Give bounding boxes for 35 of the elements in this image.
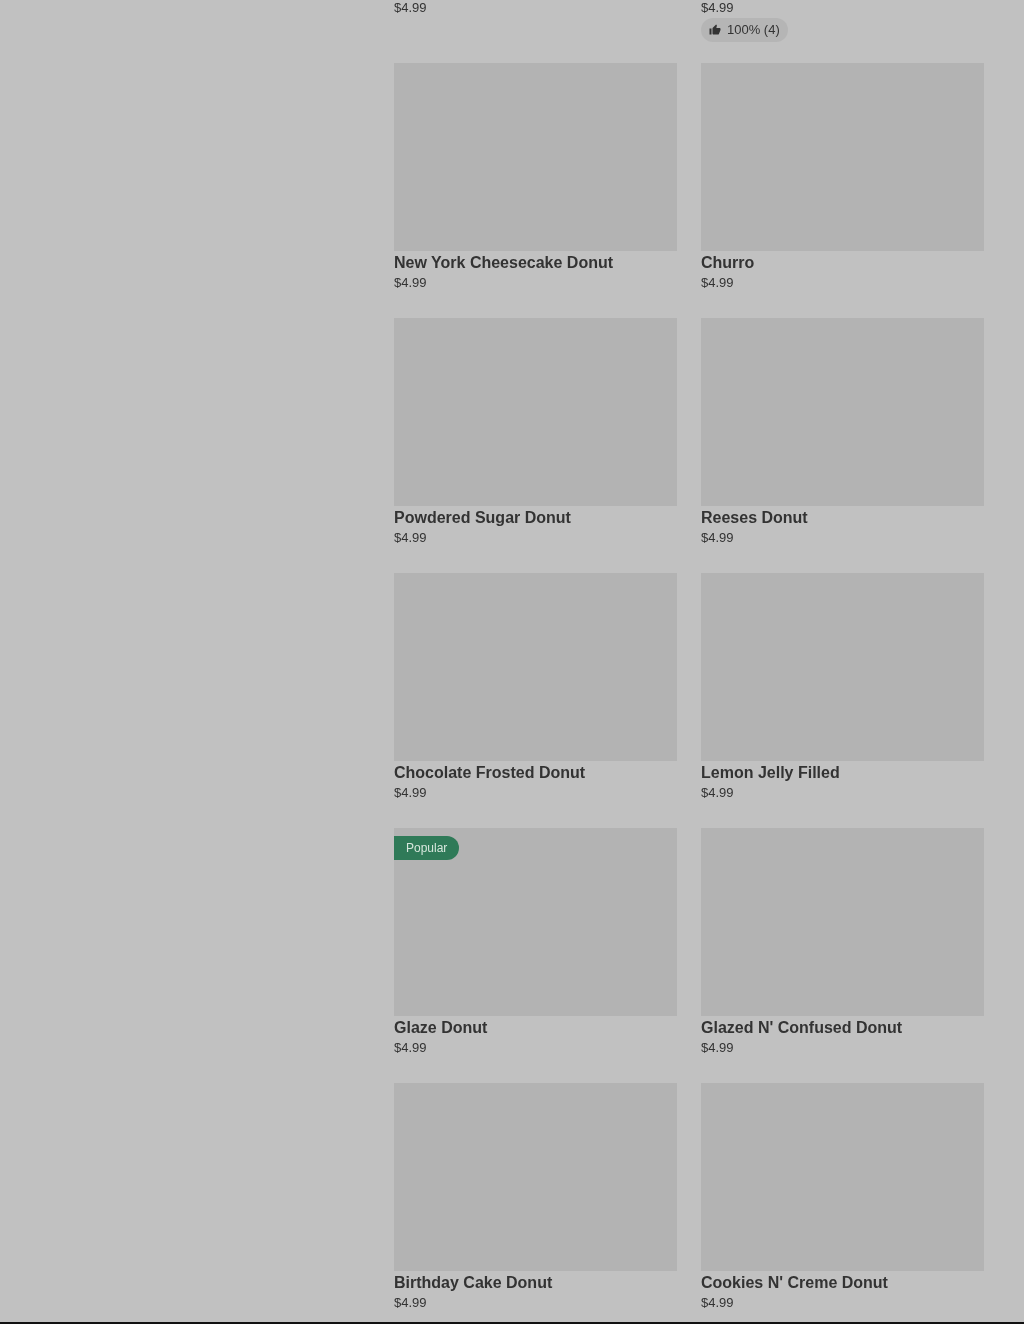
product-name: Lemon Jelly Filled (701, 763, 841, 783)
price: $4.99 (701, 530, 735, 545)
price: $4.99 (394, 0, 427, 15)
product-card[interactable]: Glazed N' Confused Donut $4.99 (701, 828, 984, 1055)
product-name: Cookies N' Creme Donut (701, 1273, 889, 1293)
product-card[interactable]: Cookies N' Creme Donut $4.99 (701, 1083, 984, 1310)
product-name: New York Cheesecake Donut (394, 253, 615, 273)
thumbs-up-icon (709, 24, 721, 36)
price: $4.99 (701, 785, 735, 800)
product-name: Glaze Donut (394, 1018, 489, 1038)
price: $4.99 (701, 0, 734, 15)
product-card[interactable]: New York Cheesecake Donut $4.99 (394, 63, 677, 290)
product-name: Powdered Sugar Donut (394, 508, 572, 528)
price: $4.99 (701, 275, 735, 290)
product-card[interactable]: Powdered Sugar Donut $4.99 (394, 318, 677, 545)
product-name: Reeses Donut (701, 508, 809, 528)
product-card[interactable]: Chocolate Frosted Donut $4.99 (394, 573, 677, 800)
product-name: Chocolate Frosted Donut (394, 763, 587, 783)
price: $4.99 (394, 530, 428, 545)
product-card[interactable]: Reeses Donut $4.99 (701, 318, 984, 545)
product-name: Birthday Cake Donut (394, 1273, 554, 1293)
popular-badge: Popular (394, 836, 460, 860)
price: $4.99 (701, 1040, 735, 1055)
product-card[interactable]: Birthday Cake Donut $4.99 (394, 1083, 677, 1310)
price: $4.99 (394, 1040, 428, 1055)
product-card[interactable]: Lemon Jelly Filled $4.99 (701, 573, 984, 800)
price: $4.99 (701, 1295, 735, 1310)
product-card[interactable]: Popular Glaze Donut $4.99 (394, 828, 677, 1055)
price: $4.99 (394, 275, 428, 290)
product-card[interactable]: Churro $4.99 (701, 63, 984, 290)
product-name: Churro (701, 253, 756, 273)
price: $4.99 (394, 1295, 428, 1310)
price: $4.99 (394, 785, 428, 800)
rating-badge: 100% (4) (701, 18, 788, 42)
product-name: Glazed N' Confused Donut (701, 1018, 904, 1038)
